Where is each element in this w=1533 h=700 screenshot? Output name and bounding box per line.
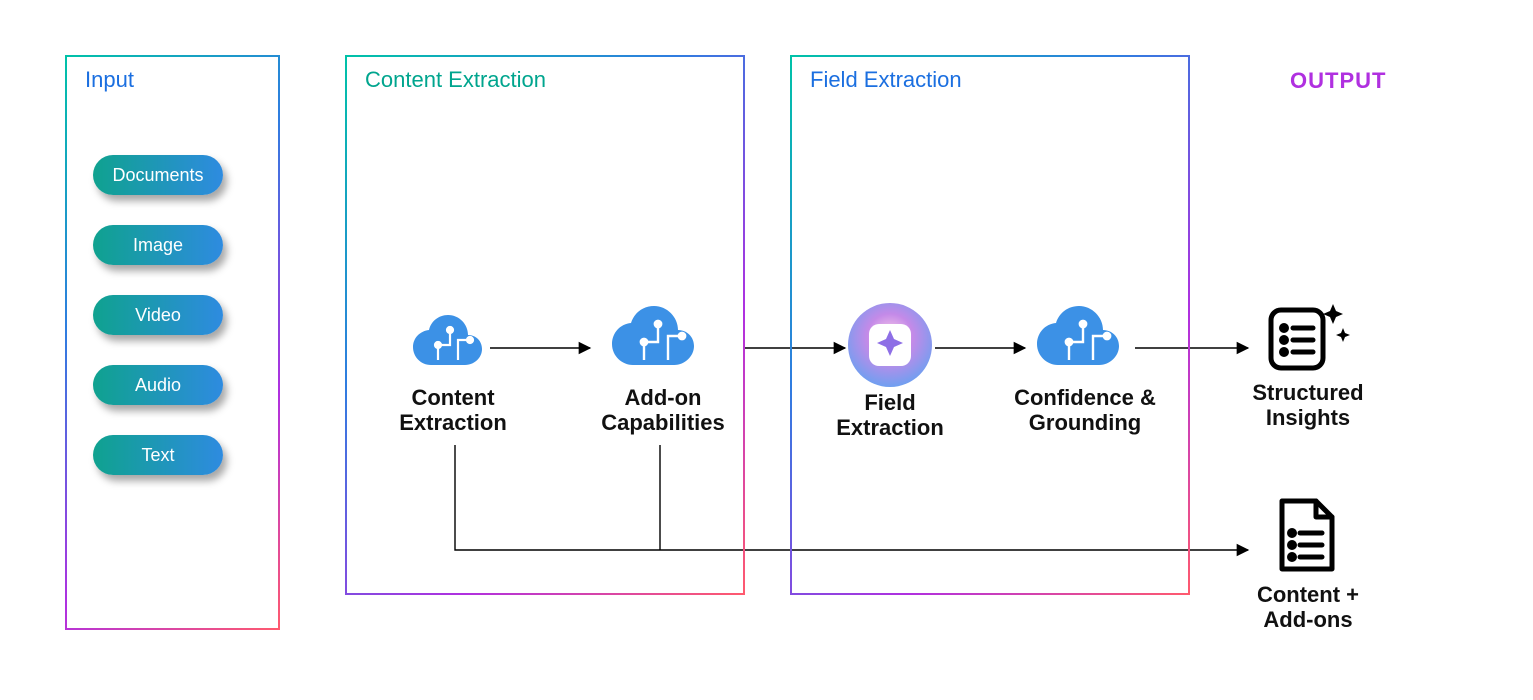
input-panel: Input [65, 55, 280, 630]
cloud-ai-icon [610, 300, 705, 380]
document-list-icon [1268, 495, 1348, 580]
cloud-ai-icon [1035, 300, 1130, 380]
cloud-ai-icon [410, 310, 490, 380]
structured-insights-label: Structured Insights [1248, 380, 1368, 431]
input-chip-image: Image [93, 225, 223, 265]
content-extraction-node-label: Content Extraction [388, 385, 518, 436]
confidence-grounding-node-label: Confidence & Grounding [1010, 385, 1160, 436]
content-addons-label: Content + Add-ons [1248, 582, 1368, 633]
input-chip-documents: Documents [93, 155, 223, 195]
sparkle-orb-icon [845, 300, 935, 390]
input-chip-audio: Audio [93, 365, 223, 405]
content-extraction-title: Content Extraction [365, 67, 546, 93]
input-panel-title: Input [85, 67, 134, 93]
input-chip-video: Video [93, 295, 223, 335]
output-label: OUTPUT [1290, 68, 1386, 94]
addon-caps-node-label: Add-on Capabilities [598, 385, 728, 436]
structured-insights-icon [1263, 298, 1353, 378]
field-extraction-title: Field Extraction [810, 67, 962, 93]
field-extraction-node-label: Field Extraction [830, 390, 950, 441]
input-chip-text: Text [93, 435, 223, 475]
